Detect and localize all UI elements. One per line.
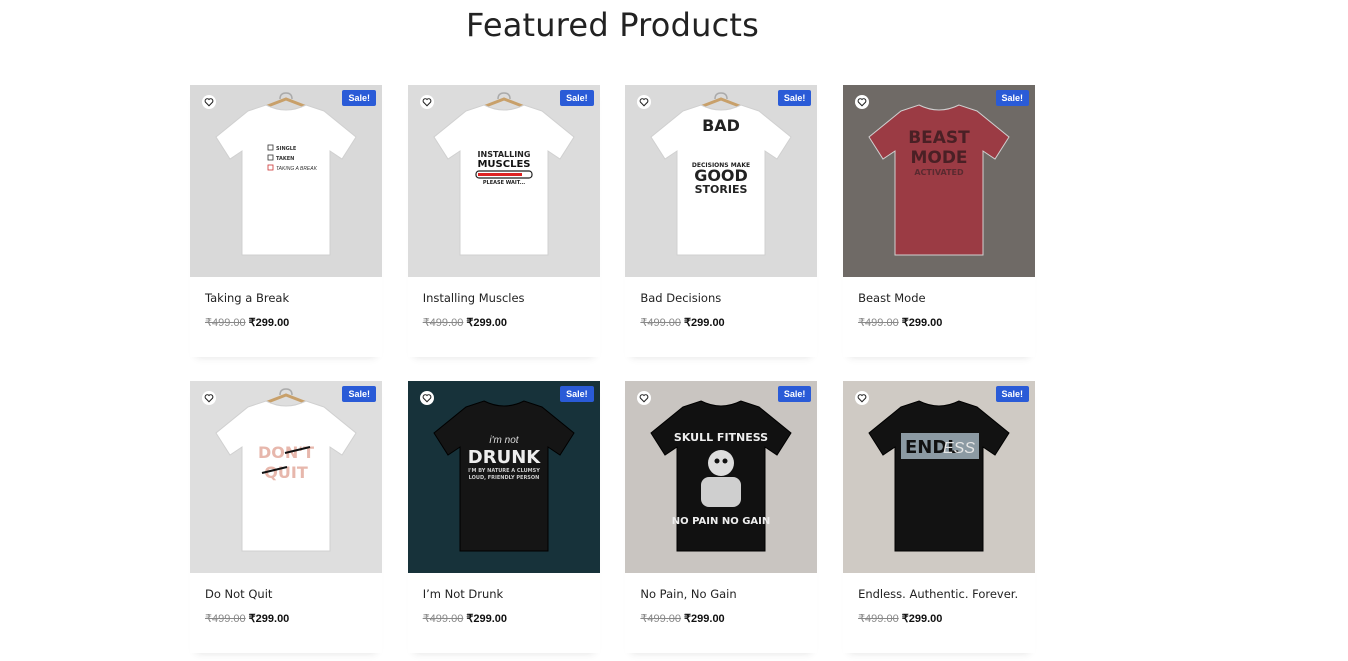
svg-text:SINGLE: SINGLE	[276, 146, 297, 152]
original-price: ₹499.00	[205, 317, 246, 329]
tshirt-graphic: DON'T QUIT	[190, 381, 382, 573]
sale-price: ₹299.00	[248, 613, 290, 625]
product-image[interactable]: BAD DECISIONS MAKE GOOD STORIES Sale!	[625, 85, 818, 277]
product-name[interactable]: Installing Muscles	[423, 291, 525, 305]
sale-badge: Sale!	[560, 90, 594, 106]
svg-text:TAKING A BREAK: TAKING A BREAK	[276, 166, 318, 172]
section-title: Featured Products	[466, 6, 759, 44]
sale-price: ₹299.00	[248, 317, 290, 329]
heart-icon[interactable]	[419, 95, 434, 109]
heart-icon[interactable]	[419, 391, 434, 405]
heart-icon[interactable]	[637, 95, 652, 109]
svg-text:STORIES: STORIES	[695, 183, 748, 196]
sale-badge: Sale!	[777, 386, 812, 402]
product-card[interactable]: INSTALLING MUSCLES PLEASE WAIT... Sale! …	[407, 85, 600, 357]
svg-text:MUSCLES: MUSCLES	[477, 159, 530, 170]
product-grid: SINGLE TAKEN TAKING A BREAK Sale! Taking…	[190, 85, 1036, 653]
original-price: ₹499.00	[422, 317, 464, 329]
sale-price: ₹299.00	[684, 613, 725, 625]
sale-price: ₹299.00	[466, 613, 507, 625]
original-price: ₹499.00	[422, 613, 464, 625]
product-name[interactable]: Taking a Break	[205, 291, 289, 305]
product-card[interactable]: ENDL ESS Sale! Endless. Authentic. Forev…	[843, 381, 1036, 653]
svg-text:LOUD, FRIENDLY PERSON: LOUD, FRIENDLY PERSON	[468, 475, 539, 481]
product-card[interactable]: SINGLE TAKEN TAKING A BREAK Sale! Taking…	[190, 85, 382, 357]
product-price: ₹499.00 ₹299.00	[423, 612, 507, 625]
product-card[interactable]: DON'T QUIT Sale! Do Not Quit ₹499.00 ₹299…	[190, 381, 382, 653]
tshirt-graphic: INSTALLING MUSCLES PLEASE WAIT...	[407, 85, 600, 277]
svg-text:i'm not: i'm not	[489, 435, 519, 446]
product-name[interactable]: No Pain, No Gain	[640, 587, 736, 601]
product-image[interactable]: INSTALLING MUSCLES PLEASE WAIT... Sale!	[407, 85, 600, 277]
heart-icon[interactable]	[202, 95, 216, 109]
svg-text:DRUNK: DRUNK	[467, 447, 540, 468]
product-price: ₹499.00 ₹299.00	[640, 316, 724, 329]
svg-text:I'M BY NATURE A CLUMSY: I'M BY NATURE A CLUMSY	[468, 468, 540, 474]
product-price: ₹499.00 ₹299.00	[640, 612, 724, 625]
original-price: ₹499.00	[205, 613, 246, 625]
product-price: ₹499.00 ₹299.00	[858, 612, 942, 625]
sale-price: ₹299.00	[901, 613, 943, 625]
tshirt-graphic: SINGLE TAKEN TAKING A BREAK	[190, 85, 382, 277]
sale-badge: Sale!	[560, 386, 594, 402]
product-card[interactable]: i'm not DRUNK I'M BY NATURE A CLUMSY LOU…	[407, 381, 600, 653]
original-price: ₹499.00	[858, 317, 899, 329]
tshirt-graphic: ENDL ESS	[843, 381, 1036, 573]
product-image[interactable]: ENDL ESS Sale!	[843, 381, 1036, 573]
original-price: ₹499.00	[640, 613, 682, 625]
product-price: ₹499.00 ₹299.00	[205, 316, 289, 329]
sale-badge: Sale!	[995, 90, 1030, 106]
sale-price: ₹299.00	[466, 317, 507, 329]
product-name[interactable]: Endless. Authentic. Forever.	[858, 587, 1018, 601]
product-image[interactable]: SKULL FITNESS NO PAIN NO GAIN Sale!	[625, 381, 818, 573]
original-price: ₹499.00	[858, 613, 899, 625]
product-card[interactable]: BEAST MODE ACTIVATED Sale! Beast Mode ₹4…	[843, 85, 1036, 357]
svg-text:QUIT: QUIT	[264, 463, 308, 482]
product-price: ₹499.00 ₹299.00	[858, 316, 942, 329]
product-card[interactable]: BAD DECISIONS MAKE GOOD STORIES Sale! Ba…	[625, 85, 818, 357]
product-card[interactable]: SKULL FITNESS NO PAIN NO GAIN Sale! No P…	[625, 381, 818, 653]
product-image[interactable]: i'm not DRUNK I'M BY NATURE A CLUMSY LOU…	[407, 381, 600, 573]
heart-icon[interactable]	[202, 391, 216, 405]
heart-icon[interactable]	[855, 391, 870, 405]
product-image[interactable]: DON'T QUIT Sale!	[190, 381, 382, 573]
heart-icon[interactable]	[637, 391, 652, 405]
sale-badge: Sale!	[777, 90, 812, 106]
svg-text:INSTALLING: INSTALLING	[477, 150, 530, 159]
tshirt-graphic: BAD DECISIONS MAKE GOOD STORIES	[625, 85, 818, 277]
product-name[interactable]: I’m Not Drunk	[423, 587, 504, 601]
sale-badge: Sale!	[342, 90, 376, 106]
svg-text:TAKEN: TAKEN	[276, 156, 294, 162]
product-image[interactable]: BEAST MODE ACTIVATED Sale!	[843, 85, 1036, 277]
sale-badge: Sale!	[342, 386, 376, 402]
svg-text:ESS: ESS	[943, 440, 975, 457]
svg-text:MODE: MODE	[911, 148, 968, 168]
original-price: ₹499.00	[640, 317, 682, 329]
sale-badge: Sale!	[995, 386, 1030, 402]
product-name[interactable]: Bad Decisions	[640, 291, 721, 305]
tshirt-graphic: i'm not DRUNK I'M BY NATURE A CLUMSY LOU…	[407, 381, 600, 573]
heart-icon[interactable]	[855, 95, 870, 109]
product-image[interactable]: SINGLE TAKEN TAKING A BREAK Sale!	[190, 85, 382, 277]
product-name[interactable]: Do Not Quit	[205, 587, 272, 601]
sale-price: ₹299.00	[684, 317, 725, 329]
svg-text:PLEASE WAIT...: PLEASE WAIT...	[483, 180, 525, 186]
svg-text:BEAST: BEAST	[908, 128, 970, 148]
sale-price: ₹299.00	[901, 317, 943, 329]
product-price: ₹499.00 ₹299.00	[423, 316, 507, 329]
svg-text:BAD: BAD	[702, 116, 740, 135]
svg-text:NO PAIN NO GAIN: NO PAIN NO GAIN	[672, 516, 770, 527]
tshirt-graphic: BEAST MODE ACTIVATED	[843, 85, 1036, 277]
product-name[interactable]: Beast Mode	[858, 291, 926, 305]
svg-text:ACTIVATED: ACTIVATED	[914, 168, 964, 177]
product-price: ₹499.00 ₹299.00	[205, 612, 289, 625]
svg-text:SKULL FITNESS: SKULL FITNESS	[674, 431, 768, 444]
tshirt-graphic: SKULL FITNESS NO PAIN NO GAIN	[625, 381, 818, 573]
